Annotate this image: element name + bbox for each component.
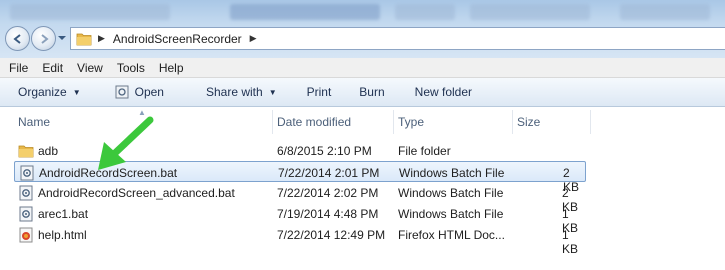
folder-icon xyxy=(76,33,92,45)
file-size: 1 KB xyxy=(562,228,579,256)
blurred-background-tabs xyxy=(0,0,725,22)
file-date: 7/22/2014 2:01 PM xyxy=(278,166,380,180)
share-with-label: Share with xyxy=(205,85,263,99)
menu-file[interactable]: File xyxy=(0,61,35,75)
column-header-size[interactable]: Size xyxy=(517,115,540,129)
file-type: Windows Batch File xyxy=(398,186,504,200)
menu-bar: File Edit View Tools Help xyxy=(0,58,725,78)
forward-button[interactable] xyxy=(31,26,56,51)
print-button[interactable]: Print xyxy=(307,78,332,106)
column-divider[interactable] xyxy=(590,110,591,134)
organize-dropdown-icon: ▼ xyxy=(72,87,81,97)
menu-tools[interactable]: Tools xyxy=(110,61,152,75)
window-titlebar: ▶ AndroidScreenRecorder ▶ xyxy=(0,0,725,58)
open-button[interactable]: Open xyxy=(115,78,164,106)
batch-file-icon xyxy=(19,185,33,201)
file-date: 6/8/2015 2:10 PM xyxy=(277,144,372,158)
html-file-icon xyxy=(19,227,33,243)
column-header-name[interactable]: Name xyxy=(18,115,50,129)
file-row[interactable]: arec1.bat 7/19/2014 4:48 PM Windows Batc… xyxy=(14,203,586,235)
file-name: help.html xyxy=(38,228,87,242)
menu-help[interactable]: Help xyxy=(152,61,191,75)
file-date: 7/22/2014 2:02 PM xyxy=(277,186,379,200)
menu-edit[interactable]: Edit xyxy=(35,61,70,75)
folder-icon xyxy=(18,145,34,158)
organize-label: Organize xyxy=(18,85,67,99)
back-arrow-icon xyxy=(12,33,21,44)
burn-button[interactable]: Burn xyxy=(359,78,384,106)
menu-view[interactable]: View xyxy=(70,61,110,75)
command-bar: Organize ▼ Open Share with ▼ Print Burn … xyxy=(0,78,725,107)
file-name: adb xyxy=(38,144,59,158)
file-row[interactable]: help.html 7/22/2014 12:49 PM Firefox HTM… xyxy=(14,224,586,256)
organize-button[interactable]: Organize ▼ xyxy=(18,78,81,106)
column-divider[interactable] xyxy=(272,110,273,134)
file-type: File folder xyxy=(398,144,451,158)
file-date: 7/22/2014 12:49 PM xyxy=(277,228,386,242)
recent-pages-dropdown-icon[interactable] xyxy=(58,34,66,42)
file-type: Firefox HTML Doc... xyxy=(398,228,505,242)
column-divider[interactable] xyxy=(512,110,513,134)
forward-arrow-icon xyxy=(40,33,49,44)
share-dropdown-icon: ▼ xyxy=(268,87,277,97)
batch-file-icon xyxy=(115,85,129,99)
column-header-type[interactable]: Type xyxy=(398,115,424,129)
address-bar[interactable]: ▶ AndroidScreenRecorder ▶ xyxy=(70,27,725,50)
column-divider[interactable] xyxy=(393,110,394,134)
batch-file-icon xyxy=(19,206,33,222)
file-type: Windows Batch File xyxy=(399,166,505,180)
file-name: arec1.bat xyxy=(38,207,89,221)
breadcrumb-separator-icon[interactable]: ▶ xyxy=(98,33,105,44)
share-with-button[interactable]: Share with ▼ xyxy=(206,78,277,106)
file-date: 7/19/2014 4:48 PM xyxy=(277,207,379,221)
batch-file-icon xyxy=(20,165,34,181)
column-header-date-modified[interactable]: Date modified xyxy=(277,115,351,129)
open-label: Open xyxy=(134,85,164,99)
breadcrumb-chevron-icon[interactable]: ▶ xyxy=(250,33,257,44)
back-button[interactable] xyxy=(5,26,30,51)
file-row[interactable]: AndroidRecordScreen_advanced.bat 7/22/20… xyxy=(14,182,586,214)
file-name: AndroidRecordScreen_advanced.bat xyxy=(38,186,235,200)
breadcrumb-path[interactable]: AndroidScreenRecorder xyxy=(113,32,242,46)
file-type: Windows Batch File xyxy=(398,207,504,221)
new-folder-button[interactable]: New folder xyxy=(415,78,472,106)
green-arrow-icon xyxy=(98,116,154,170)
